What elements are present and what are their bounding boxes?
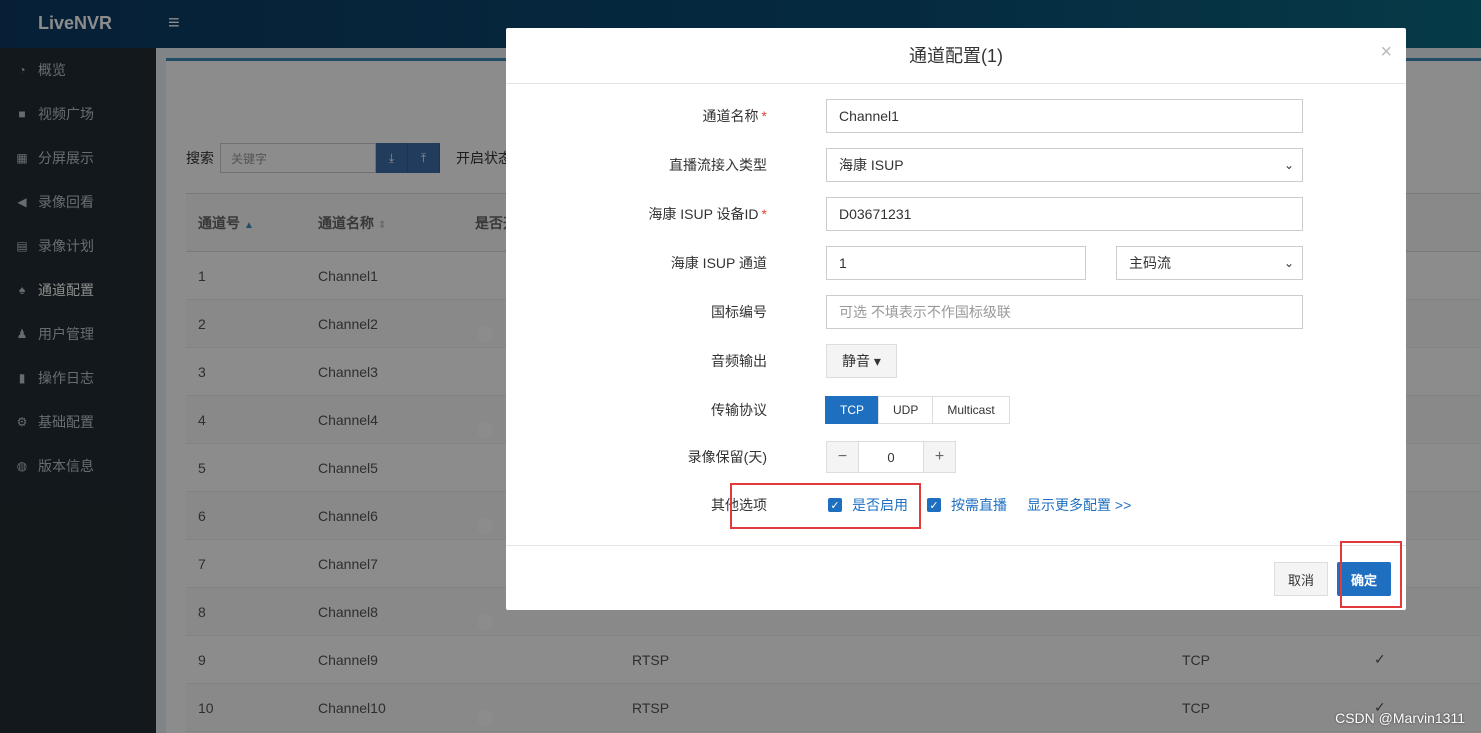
field-label: 传输协议 bbox=[711, 402, 767, 418]
transport-udp-button[interactable]: UDP bbox=[878, 396, 934, 424]
close-icon[interactable]: × bbox=[1380, 28, 1392, 76]
record-days-stepper: − 0 + bbox=[826, 441, 956, 473]
transport-multicast-button[interactable]: Multicast bbox=[932, 396, 1010, 424]
transport-tcp-button[interactable]: TCP bbox=[825, 396, 879, 424]
form-row-record-days: 录像保留(天) − 0 + bbox=[506, 440, 1406, 474]
minus-icon[interactable]: − bbox=[826, 441, 859, 473]
form-row-stream-type: 直播流接入类型 海康 ISUP ⌄ bbox=[506, 148, 1406, 182]
field-label: 直播流接入类型 bbox=[669, 157, 767, 173]
form-row-gb-code: 国标编号 可选 不填表示不作国标级联 bbox=[506, 295, 1406, 329]
form-row-channel-name: 通道名称 * Channel1 bbox=[506, 99, 1406, 133]
transport-button-group: TCP UDP Multicast bbox=[825, 396, 1010, 424]
field-label: 海康 ISUP 通道 bbox=[670, 255, 767, 271]
field-label: 通道名称 * bbox=[702, 108, 767, 124]
modal-header: 通道配置(1) × bbox=[506, 28, 1406, 84]
ondemand-checkbox-label[interactable]: 按需直播 bbox=[951, 495, 1007, 515]
gb-code-input[interactable]: 可选 不填表示不作国标级联 bbox=[826, 295, 1303, 329]
annotation-box-confirm bbox=[1340, 541, 1402, 608]
annotation-box-options bbox=[730, 483, 921, 529]
field-label: 国标编号 bbox=[711, 304, 767, 320]
checkbox-checked-icon[interactable]: ✓ bbox=[927, 498, 941, 512]
record-days-value[interactable]: 0 bbox=[859, 441, 923, 473]
plus-icon[interactable]: + bbox=[923, 441, 956, 473]
device-id-input[interactable]: D03671231 bbox=[826, 197, 1303, 231]
audio-output-dropdown[interactable]: 静音 ▾ bbox=[826, 344, 897, 378]
channel-name-input[interactable]: Channel1 bbox=[826, 99, 1303, 133]
form-row-other-options: 其他选项 ✓ 是否启用 ✓ 按需直播 显示更多配置 >> bbox=[506, 488, 1406, 522]
field-label: 录像保留(天) bbox=[687, 449, 767, 465]
stream-quality-select[interactable]: 主码流 ⌄ bbox=[1116, 246, 1303, 280]
field-label: 海康 ISUP 设备ID * bbox=[648, 206, 767, 222]
form-row-transport: 传输协议 TCP UDP Multicast bbox=[506, 393, 1406, 427]
cancel-button[interactable]: 取消 bbox=[1274, 562, 1328, 596]
form-row-audio: 音频输出 静音 ▾ bbox=[506, 344, 1406, 378]
form-row-device-id: 海康 ISUP 设备ID * D03671231 bbox=[506, 197, 1406, 231]
form-row-isup-channel: 海康 ISUP 通道 1 主码流 ⌄ bbox=[506, 246, 1406, 280]
watermark-text: CSDN @Marvin1311 bbox=[1335, 710, 1465, 726]
stream-type-select[interactable]: 海康 ISUP ⌄ bbox=[826, 148, 1303, 182]
modal-footer: 取消 确定 bbox=[506, 545, 1406, 610]
show-more-config-link[interactable]: 显示更多配置 >> bbox=[1027, 495, 1131, 515]
chevron-down-icon: ⌄ bbox=[1283, 256, 1294, 270]
chevron-down-icon: ⌄ bbox=[1283, 158, 1294, 172]
channel-config-modal: 通道配置(1) × 通道名称 * Channel1 直播流接入类型 海康 ISUP… bbox=[506, 28, 1406, 610]
ondemand-checkbox-group[interactable]: ✓ 按需直播 bbox=[927, 495, 1007, 515]
isup-channel-input[interactable]: 1 bbox=[826, 246, 1086, 280]
field-label: 音频输出 bbox=[711, 353, 767, 369]
modal-title: 通道配置(1) bbox=[909, 46, 1003, 66]
